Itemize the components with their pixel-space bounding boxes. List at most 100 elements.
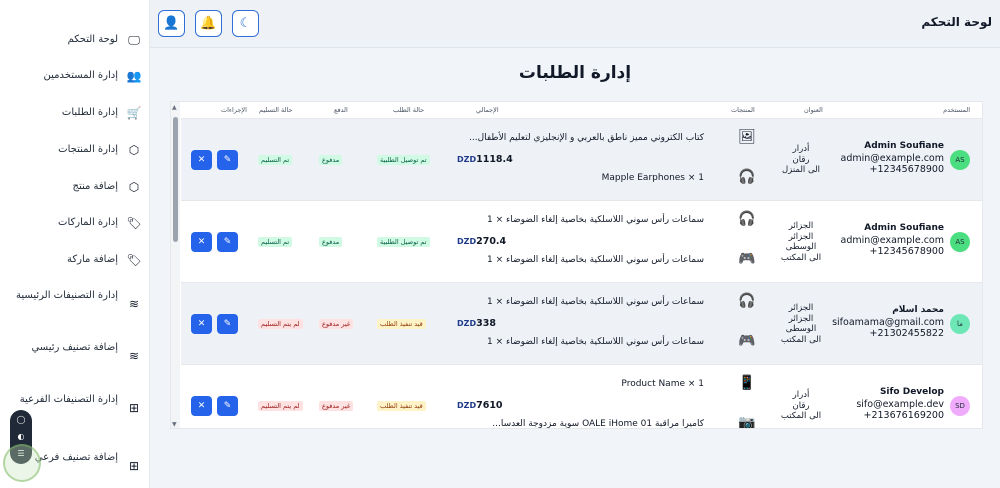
sidebar-item-label: إدارة الطلبات [61, 107, 118, 118]
header-payment: الدفع [334, 106, 348, 114]
address-cell: أدرار رقان الى المنزل [771, 144, 831, 176]
header-delivery: حالة التسليم [259, 106, 293, 114]
table-row: SD Sifo Develop sifo@example.dev +213676169… [181, 365, 982, 428]
top-header: لوحة التحكم 👤 🔔 ☾ [150, 0, 1000, 48]
user-name: Sifo Develop [879, 387, 944, 397]
sidebar-item-8[interactable]: ≋ إضافة تصنيف رئيسي [0, 342, 150, 372]
product-thumbnail: 🎧 [738, 169, 756, 185]
tag-icon: 🏷 [126, 216, 142, 230]
product-thumbnail: 🎮 [738, 333, 756, 349]
close-icon: ✕ [197, 155, 206, 165]
sidebar-item-label: إدارة التصنيفات الرئيسية [16, 290, 118, 301]
edit-icon: ✎ [223, 401, 232, 411]
sidebar-item-label: إدارة المنتجات [58, 144, 118, 155]
moon-icon: ☾ [239, 16, 252, 31]
users-icon: 👥 [126, 69, 142, 83]
order-status-badge: قيد تنفيذ الطلب [377, 401, 426, 411]
watermark-logo [3, 444, 41, 482]
user-phone: +21302455822 [869, 328, 944, 339]
sidebar-item-4[interactable]: ⬡ إضافة منتج [0, 179, 150, 194]
product-item[interactable]: سماعات رأس سوني اللاسلكية بخاصية إلغاء ا… [487, 255, 704, 265]
delete-button[interactable]: ✕ [191, 150, 212, 170]
order-total: DZD270.4 [457, 236, 517, 247]
address-line: أدرار [792, 144, 810, 155]
sidebar-item-2[interactable]: 🛒 إدارة الطلبات [0, 105, 150, 120]
layers-icon: ≋ [128, 297, 140, 311]
sidebar-item-7[interactable]: ≋ إدارة التصنيفات الرئيسية [0, 290, 150, 320]
sidebar-item-label: لوحة التحكم [67, 34, 118, 45]
address-cell: الجزائر الجزائر الوسطى الى المكتب [771, 221, 831, 263]
payment-status-badge: غير مدفوع [319, 401, 354, 411]
delete-button[interactable]: ✕ [191, 396, 212, 416]
user-email: sifo@example.dev [856, 399, 944, 410]
edit-button[interactable]: ✎ [217, 314, 238, 334]
product-item[interactable]: Product Name × 1 [621, 379, 704, 389]
header-actions: الإجراءات [221, 106, 247, 114]
payment-status-badge: مدفوع [319, 155, 343, 165]
delivery-status-badge: تم التسليم [258, 155, 293, 165]
currency-label: DZD [457, 237, 477, 246]
edit-icon: ✎ [223, 319, 232, 329]
address-line: الجزائر [788, 313, 814, 324]
delivery-status-badge: تم التسليم [258, 237, 293, 247]
sidebar-item-5[interactable]: 🏷 إدارة الماركات [0, 215, 150, 230]
product-item[interactable]: سماعات رأس سوني اللاسلكية بخاصية إلغاء ا… [487, 297, 704, 307]
user-icon: 👤 [163, 16, 180, 31]
address-line: الى المكتب [780, 334, 822, 345]
table-scrollbar[interactable]: ▲ ▼ [171, 102, 180, 428]
sidebar-item-1[interactable]: 👥 إدارة المستخدمين [0, 68, 150, 83]
order-total: DZD7610 [457, 400, 517, 411]
product-item[interactable]: كتاب الكتروني مميز ناطق بالعربي و الإنجل… [469, 133, 704, 143]
user-phone: +12345678900 [869, 246, 944, 257]
sidebar-item-label: إدارة الماركات [58, 217, 118, 228]
address-line: الوسطى [785, 242, 817, 252]
profile-button[interactable]: 👤 [158, 10, 185, 37]
sidebar-item-label: إضافة منتج [72, 181, 118, 192]
edit-icon: ✎ [223, 155, 232, 165]
scrollbar-thumb[interactable] [173, 117, 178, 242]
address-line: الجزائر [788, 231, 814, 242]
scroll-up-icon[interactable]: ▲ [172, 104, 177, 111]
sidebar-item-3[interactable]: ⬡ إدارة المنتجات [0, 142, 150, 157]
chat-icon[interactable]: ◯ [10, 412, 32, 427]
order-status-badge: تم توصيل الطلبية [377, 155, 430, 165]
delete-button[interactable]: ✕ [191, 314, 212, 334]
edit-button[interactable]: ✎ [217, 150, 238, 170]
avatar: AS [950, 232, 970, 252]
total-amount: 270.4 [476, 236, 507, 247]
user-name: Admin Soufiane [864, 223, 944, 233]
theme-toggle-button[interactable]: ☾ [232, 10, 259, 37]
header-order-status: حالة الطلب [393, 106, 425, 114]
product-thumbnail: 🎧 [738, 211, 756, 227]
address-line: رقان [792, 154, 810, 165]
scroll-down-icon[interactable]: ▼ [172, 421, 177, 428]
header-total: الإجمالي [476, 106, 499, 114]
order-status-badge: قيد تنفيذ الطلب [377, 319, 426, 329]
delete-button[interactable]: ✕ [191, 232, 212, 252]
sidebar-item-label: إدارة التصنيفات الفرعية [19, 394, 118, 405]
avatar: ما [950, 314, 970, 334]
box-plus-icon: ⬡ [128, 180, 140, 194]
toggle-icon[interactable]: ◐ [10, 429, 32, 444]
edit-button[interactable]: ✎ [217, 232, 238, 252]
product-thumbnail: 📱 [738, 375, 756, 391]
sidebar-item-6[interactable]: 🏷 إضافة ماركة [0, 252, 150, 267]
table-header: المستخدم العنوان المنتجات الإجمالي حالة … [181, 102, 982, 119]
sidebar-item-0[interactable]: 🖵 لوحة التحكم [0, 32, 150, 47]
sidebar-item-label: إضافة تصنيف رئيسي [31, 342, 118, 353]
notifications-button[interactable]: 🔔 [195, 10, 222, 37]
product-item[interactable]: سماعات رأس سوني اللاسلكية بخاصية إلغاء ا… [487, 337, 704, 347]
product-item[interactable]: سماعات رأس سوني اللاسلكية بخاصية إلغاء ا… [487, 215, 704, 225]
product-item[interactable]: كاميرا مراقبة OALE iHome 01 سوية مزدوجة … [492, 419, 704, 428]
user-name: Admin Soufiane [864, 141, 944, 151]
order-total: DZD338 [457, 318, 517, 329]
user-email: sifoamama@gmail.com [832, 317, 944, 328]
payment-status-badge: مدفوع [319, 237, 343, 247]
product-item[interactable]: Mapple Earphones × 1 [602, 173, 704, 183]
total-amount: 7610 [476, 400, 503, 411]
currency-label: DZD [457, 155, 477, 164]
edit-button[interactable]: ✎ [217, 396, 238, 416]
avatar: SD [950, 396, 970, 416]
order-status-badge: تم توصيل الطلبية [377, 237, 430, 247]
payment-status-badge: غير مدفوع [319, 319, 354, 329]
